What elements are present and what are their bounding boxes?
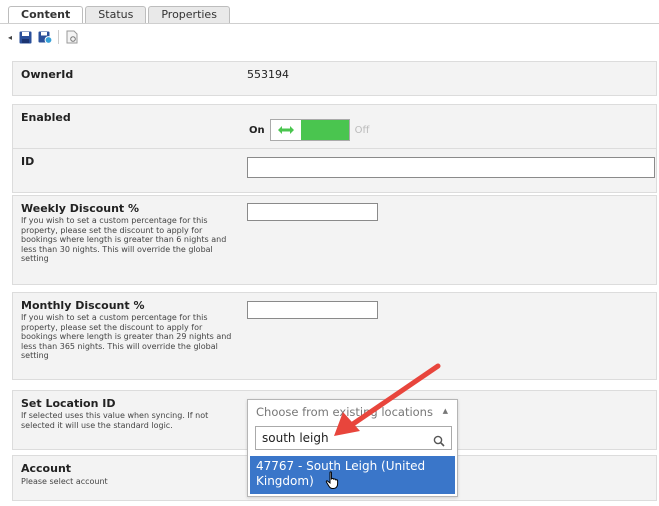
id-input[interactable] [247, 157, 655, 178]
save-and-publish-icon[interactable] [38, 30, 53, 44]
location-option[interactable]: 47767 - South Leigh (United Kingdom) [250, 456, 455, 494]
toggle-off-label: Off [354, 124, 370, 136]
search-text: south leigh [262, 431, 329, 445]
enabled-label: Enabled [21, 111, 71, 124]
preview-icon[interactable] [65, 30, 79, 44]
enabled-toggle[interactable]: On Off [249, 119, 369, 141]
toolbar-separator [58, 30, 60, 44]
toggle-on-fill [300, 120, 349, 140]
weekly-discount-row: Weekly Discount % If you wish to set a c… [12, 195, 657, 285]
account-description: Please select account [21, 477, 108, 486]
weekly-discount-input[interactable] [247, 203, 378, 221]
monthly-discount-description: If you wish to set a custom percentage f… [21, 313, 232, 361]
annotation-arrow-icon [334, 363, 441, 436]
enabled-row: Enabled On Off [12, 104, 657, 149]
id-row: ID [12, 148, 657, 193]
owner-id-value: 553194 [247, 68, 289, 81]
monthly-discount-label: Monthly Discount % [21, 299, 145, 312]
save-icon[interactable] [18, 30, 32, 44]
toggle-on-label: On [249, 124, 265, 136]
monthly-discount-input[interactable] [247, 301, 378, 319]
tab-properties[interactable]: Properties [148, 6, 230, 23]
id-label: ID [21, 155, 35, 168]
toggle-handle[interactable] [270, 120, 301, 140]
account-label: Account [21, 462, 72, 475]
toolbar: ◂ [8, 27, 79, 47]
weekly-discount-description: If you wish to set a custom percentage f… [21, 216, 227, 264]
location-label: Set Location ID [21, 397, 116, 410]
drag-arrows-icon [277, 126, 294, 134]
owner-id-label: OwnerId [21, 68, 74, 81]
tab-content[interactable]: Content [8, 6, 84, 24]
location-description: If selected uses this value when syncing… [21, 411, 209, 430]
hand-cursor-icon [325, 471, 339, 489]
tab-divider [0, 23, 659, 24]
toolbar-handle-icon: ◂ [8, 32, 13, 42]
weekly-discount-label: Weekly Discount % [21, 202, 140, 215]
toggle-switch[interactable] [269, 119, 350, 141]
tab-status[interactable]: Status [85, 6, 147, 23]
owner-id-row: OwnerId 553194 [12, 61, 657, 96]
tab-bar: Content Status Properties [8, 6, 232, 24]
